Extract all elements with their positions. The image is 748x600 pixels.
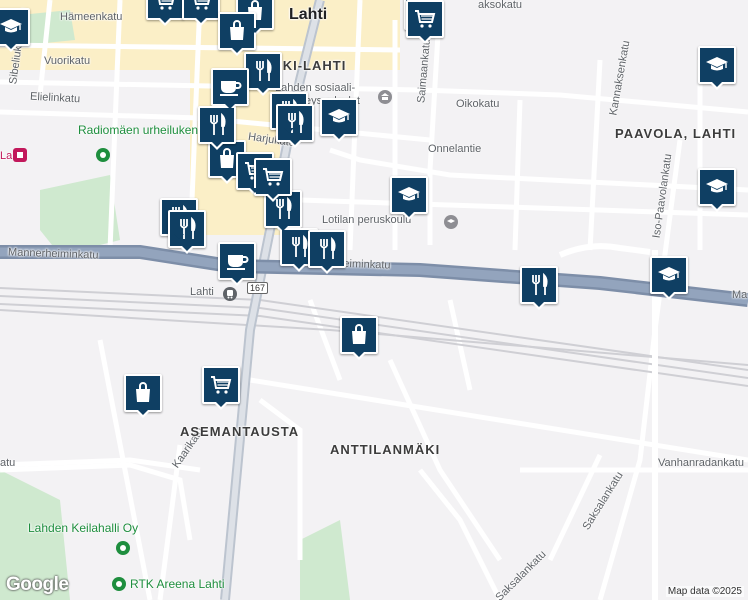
street-label-aksokatu: aksokatu: [478, 0, 523, 11]
map-marker-cap[interactable]: [650, 256, 688, 300]
arena-pin-icon[interactable]: [112, 577, 126, 591]
street-label-left-edge: atu: [0, 457, 16, 469]
cart-icon: [153, 0, 177, 13]
map-marker-cap[interactable]: [698, 46, 736, 90]
bag-icon: [225, 19, 249, 43]
poi-label-radiomaki[interactable]: Radiomäen urheilukenttä: [78, 123, 211, 137]
area-label-asemantausta: ASEMANTAUSTA: [180, 424, 300, 439]
map-marker-bag[interactable]: [340, 316, 378, 360]
map-marker-bag[interactable]: [124, 374, 162, 418]
cap-icon: [705, 175, 729, 199]
cap-icon: [327, 105, 351, 129]
fork-knife-icon: [205, 113, 229, 137]
area-label-lahti: Lahti: [289, 6, 328, 23]
park-south: [300, 520, 350, 600]
map-marker-cart[interactable]: [202, 366, 240, 410]
park-pin-icon[interactable]: [96, 148, 110, 162]
map-marker-cap[interactable]: [698, 168, 736, 212]
map-marker-fork-knife[interactable]: [168, 210, 206, 254]
map-marker-fork-knife[interactable]: [198, 106, 236, 150]
poi-label-lahti-station[interactable]: Lahti: [190, 286, 214, 298]
museum-pin-icon[interactable]: [13, 148, 27, 162]
map-base: [0, 0, 748, 600]
map-marker-cart[interactable]: [182, 0, 220, 26]
map-marker-cap[interactable]: [320, 98, 358, 142]
map-marker-cap[interactable]: [0, 8, 30, 52]
cart-icon: [261, 165, 285, 189]
google-logo[interactable]: Google: [6, 574, 69, 596]
road-shield-167: 167: [247, 282, 269, 294]
map-marker-fork-knife[interactable]: [276, 104, 314, 148]
cup-icon: [218, 75, 242, 99]
minor-streets: [0, 0, 748, 600]
street-label-oikokatu: Oikokatu: [456, 98, 500, 110]
map-marker-fork-knife[interactable]: [244, 52, 282, 96]
cap-icon: [657, 263, 681, 287]
map-marker-fork-knife[interactable]: [520, 266, 558, 310]
government-pin-icon[interactable]: [378, 90, 392, 104]
map-canvas[interactable]: Hämeenkatu Vuorikatu Elielinkatu Sibeliu…: [0, 0, 748, 600]
poi-label-left-edge[interactable]: La: [0, 150, 12, 162]
fork-knife-icon: [251, 59, 275, 83]
area-label-anttilanmaki: ANTTILANMÄKI: [330, 442, 441, 457]
street-label-vanhanradankatu: Vanhanradankatu: [658, 457, 745, 469]
map-attribution[interactable]: Map data ©2025: [665, 586, 744, 597]
street-label-onnelantie: Onnelantie: [428, 143, 482, 155]
map-marker-cap[interactable]: [390, 176, 428, 220]
fork-knife-icon: [527, 273, 551, 297]
map-marker-fork-knife[interactable]: [308, 230, 346, 274]
bag-icon: [131, 381, 155, 405]
street-label-hameenkatu: Hämeenkatu: [60, 11, 123, 23]
poi-label-rtk[interactable]: RTK Areena Lahti: [130, 577, 225, 591]
street-label-vuorikatu: Vuorikatu: [44, 55, 91, 67]
bag-icon: [347, 323, 371, 347]
map-marker-cart[interactable]: [146, 0, 184, 26]
bowling-pin-icon[interactable]: [116, 541, 130, 555]
ramp-east: [558, 243, 651, 258]
cup-icon: [225, 249, 249, 273]
map-marker-cup[interactable]: [211, 68, 249, 112]
street-label-elielinkatu: Elielinkatu: [29, 90, 81, 106]
cap-icon: [0, 15, 23, 39]
area-label-paavola: PAAVOLA, LAHTI: [615, 126, 737, 141]
poi-label-keilahalli[interactable]: Lahden Keilahalli Oy: [28, 521, 138, 535]
cart-icon: [189, 0, 213, 13]
cart-icon: [209, 373, 233, 397]
street-label-mannerheiminkatu-edge: Ma: [732, 289, 748, 301]
train-station-icon[interactable]: [223, 287, 237, 301]
map-marker-cup[interactable]: [218, 242, 256, 286]
school-pin-icon[interactable]: [444, 215, 458, 229]
poi-label-lotila[interactable]: Lotilan peruskoulu: [322, 214, 411, 226]
cap-icon: [705, 53, 729, 77]
cap-icon: [397, 183, 421, 207]
fork-knife-icon: [315, 237, 339, 261]
